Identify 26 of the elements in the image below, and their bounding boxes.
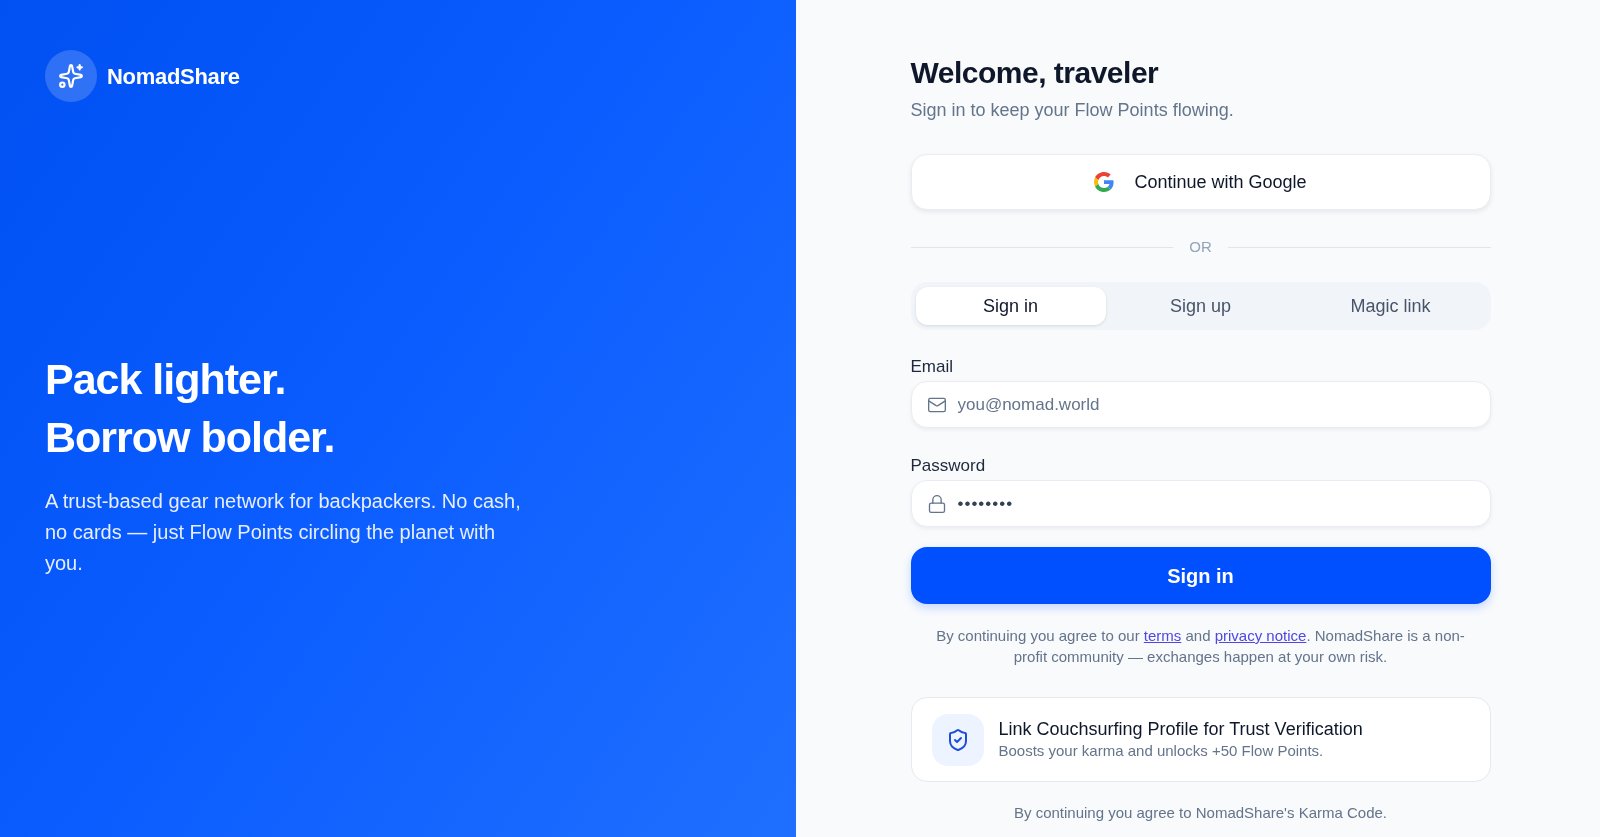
google-sign-in-button[interactable]: Continue with Google <box>910 154 1491 210</box>
legal-link[interactable]: terms <box>1143 627 1182 644</box>
card-title: Link Couchsurfing Profile for Trust Verification <box>998 718 1363 741</box>
hero-headline: Pack lighter. Borrow bolder. <box>45 354 335 463</box>
field-label: Email <box>910 356 953 378</box>
karma-code-note: By continuing you agree to NomadShare's Karma Code. <box>1012 803 1389 823</box>
legal-notice: By continuing you agree to our terms and privacy notice. NomadShare is a non-profit community — exchanges happen at your own risk. <box>935 626 1466 667</box>
email-field[interactable]: you@nomad.world <box>910 381 1491 428</box>
auth-tab[interactable]: Sign in <box>915 287 1106 325</box>
field-label: Password <box>910 455 986 477</box>
shield-check-icon <box>931 713 984 766</box>
legal-link[interactable]: privacy notice <box>1214 627 1307 644</box>
brand-name: NomadShare <box>107 62 240 91</box>
welcome-subtitle: Sign in to keep your Flow Points flowing. <box>910 99 1234 122</box>
divider-label: OR <box>1189 236 1212 257</box>
hero-description: A trust-based gear network for backpackers. No cash, no cards — just Flow Points circling the planet with you. <box>45 489 522 576</box>
couchsurfing-link-card[interactable]: Link Couchsurfing Profile for Trust Verification Boosts your karma and unlocks +50 Flow Points. <box>910 697 1491 782</box>
sparkles-icon <box>45 50 97 102</box>
card-subtitle: Boosts your karma and unlocks +50 Flow Points. <box>998 741 1325 761</box>
auth-tab[interactable]: Sign up <box>1105 287 1296 325</box>
lock-icon <box>926 493 947 514</box>
auth-tab[interactable]: Magic link <box>1295 287 1486 325</box>
sign-in-button[interactable]: Sign in <box>910 547 1491 604</box>
g-logo-icon <box>1094 172 1115 192</box>
password-field[interactable]: •••••••• <box>910 480 1491 527</box>
welcome-title: Welcome, traveler <box>910 55 1159 91</box>
